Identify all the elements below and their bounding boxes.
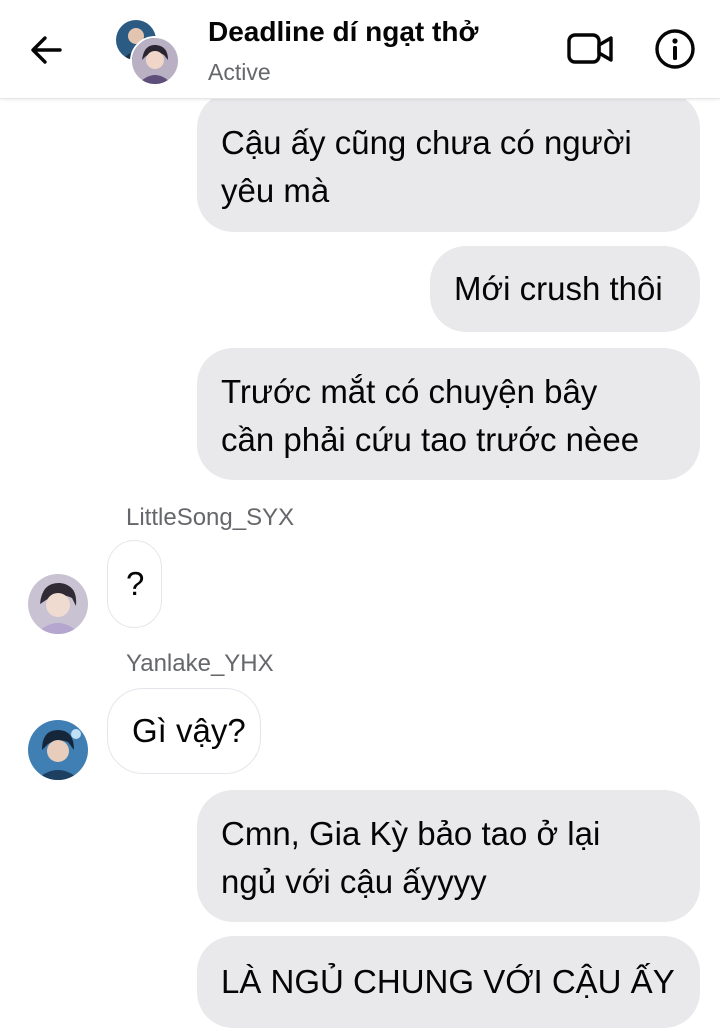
message-bubble-received[interactable]: Gì vậy? [107,688,261,774]
message-line: cần phải cứu tao trước nèee [221,421,640,458]
message-bubble-sent[interactable]: Cậu ấy cũng chưa có người yêu mà [197,92,700,232]
sender-avatar[interactable] [28,720,88,780]
message-line: ngủ với cậu ấyyyy [221,863,487,900]
sender-avatar[interactable] [28,574,88,634]
message-bubble-sent[interactable]: LÀ NGỦ CHUNG VỚI CẬU ẤY [197,936,700,1028]
message-line: Trước mắt có chuyện bây [221,373,598,410]
message-line: Cmn, Gia Kỳ bảo tao ở lại [221,815,601,852]
chat-title: Deadline dí ngạt thở [208,16,479,47]
info-icon[interactable] [654,28,696,70]
group-avatar[interactable] [116,20,180,86]
message-bubble-sent[interactable]: Cmn, Gia Kỳ bảo tao ở lại ngủ với cậu ấy… [197,790,700,922]
member-avatar-2 [130,36,180,86]
message-line: yêu mà [221,172,330,209]
message-line: LÀ NGỦ CHUNG VỚI CẬU ẤY [221,963,675,1000]
message-line: ? [126,565,145,602]
chat-header: Deadline dí ngạt thở Active [0,0,720,99]
back-arrow-icon[interactable] [26,30,66,70]
message-line: Cậu ấy cũng chưa có người [221,124,632,161]
sender-name: Yanlake_YHX [126,650,274,677]
message-line: Mới crush thôi [454,270,663,307]
message-bubble-sent[interactable]: Trước mắt có chuyện bây cần phải cứu tao… [197,348,700,480]
active-status: Active [208,59,271,85]
video-call-icon[interactable] [566,30,616,68]
sender-name: LittleSong_SYX [126,504,295,531]
message-bubble-sent[interactable]: Mới crush thôi [430,246,700,332]
message-bubble-received[interactable]: ? [107,540,162,628]
message-line: Gì vậy? [132,712,246,749]
